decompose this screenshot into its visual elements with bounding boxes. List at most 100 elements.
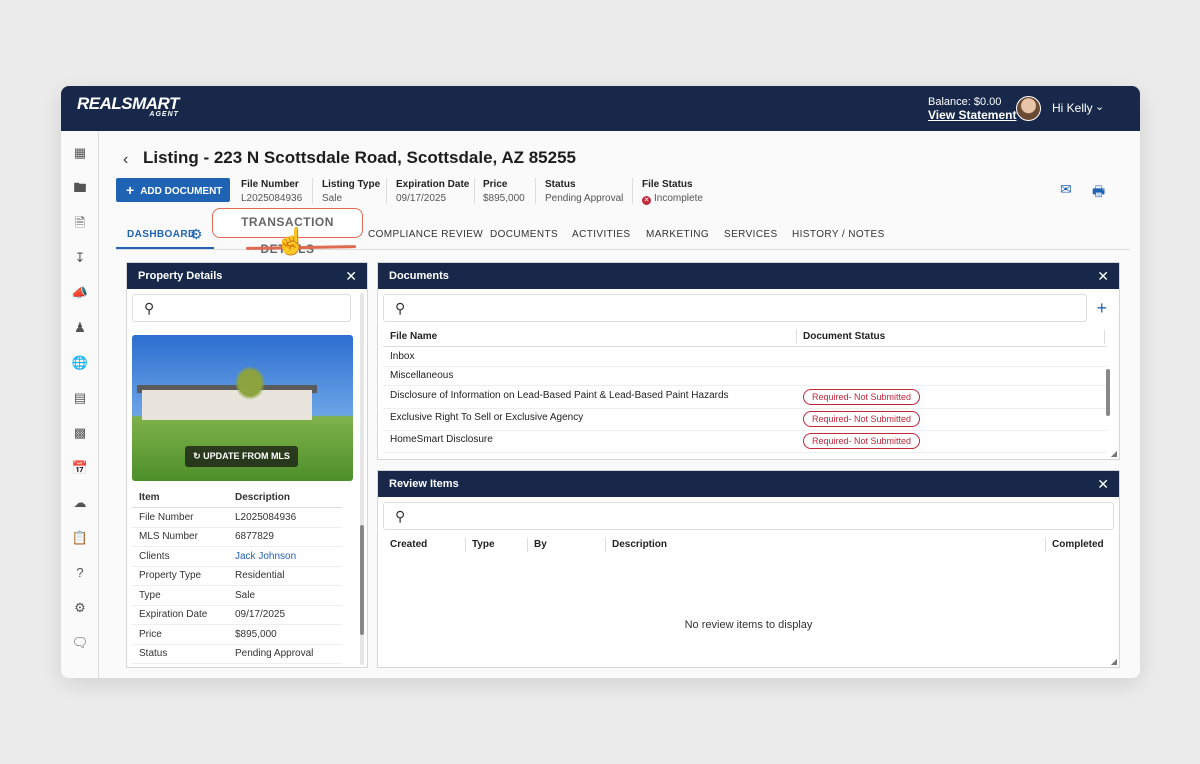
realsmart-logo[interactable]: REALSMART AGENT [77,95,179,118]
email-icon[interactable]: ✉ [1060,181,1076,197]
broadcast-icon[interactable]: ▤ [71,389,89,407]
table-header: File Name Document Status [383,328,1107,347]
update-from-mls-button[interactable]: ↻ UPDATE FROM MLS [185,446,298,467]
panel-title: Property Details [138,270,223,282]
close-icon[interactable]: ✕ [1097,471,1109,497]
scrollbar-thumb[interactable] [360,525,364,635]
logo-text: REALSMART [77,94,179,113]
meta-divider [632,178,633,204]
tab-compliance-review[interactable]: COMPLIANCE REVIEW [368,229,483,240]
panel-header: Documents ✕ [378,263,1119,289]
chevron-down-icon[interactable]: ⌄ [1095,100,1104,113]
list-item[interactable]: Exclusive Right To Sell or Exclusive Age… [383,409,1107,431]
file-name: Miscellaneous [390,370,454,381]
file-name: Inbox [390,350,415,362]
resize-handle-icon[interactable]: ◢ [1111,449,1117,458]
panel-header: Review Items ✕ [378,471,1119,497]
dashboard-grid-icon[interactable]: ▦ [71,144,89,162]
property-photo: ↻ UPDATE FROM MLS [132,335,353,481]
meta-value: 09/17/2025 [396,193,447,204]
chat-icon[interactable]: 🗨 [71,634,89,652]
review-items-panel: Review Items ✕ ⚲ Created Type By Descript… [377,470,1120,668]
meta-value: Sale [322,193,343,204]
view-statement-link[interactable]: View Statement [928,109,1016,122]
tab-dashboard[interactable]: DASHBOARD [127,229,196,240]
row-key: Expiration Date [139,609,208,620]
column-divider [1104,330,1105,344]
file-name: Disclosure of Information on Lead-Based … [390,389,729,401]
close-icon[interactable]: ✕ [345,263,357,289]
property-search-input[interactable]: ⚲ [132,294,351,322]
main-content: ‹ Listing - 223 N Scottsdale Road, Scott… [99,131,1140,678]
tab-marketing[interactable]: MARKETING [646,229,709,240]
resize-handle-icon[interactable]: ◢ [1111,657,1117,666]
panel-title: Review Items [389,478,459,490]
row-value: 09/17/2025 [235,609,286,620]
close-icon[interactable]: ✕ [1097,263,1109,289]
col-file-name: File Name [390,331,438,342]
status-badge: Required- Not Submitted [803,411,921,427]
table-row: Property Type Residential [132,567,342,586]
list-item[interactable]: Disclosure of Information on Lead-Based … [383,387,1107,409]
tab-activities[interactable]: ACTIVITIES [572,229,630,240]
incomplete-x-icon: ✕ [642,196,651,205]
people-icon[interactable]: ♟ [71,319,89,337]
scrollbar-thumb[interactable] [1106,369,1110,416]
meta-status: Status Pending Approval [545,178,623,206]
megaphone-icon[interactable]: 📣 [71,284,89,302]
meta-file-status: File Status ✕ Incomplete [642,178,703,206]
house-shape [142,390,312,420]
plus-icon: + [126,182,135,198]
row-value: Pending Approval [235,648,314,659]
table-row: Status Pending Approval [132,645,342,664]
settings-icon[interactable]: ⚙ [71,599,89,617]
col-created: Created [390,539,428,550]
column-divider [527,538,528,552]
globe-icon[interactable]: 🌐 [71,354,89,372]
calendar-icon[interactable]: 📅 [71,459,89,477]
list-item[interactable]: Inbox [383,348,1107,367]
file-status-value: Incomplete [654,193,703,204]
help-icon[interactable]: ? [71,564,89,582]
tab-history-notes[interactable]: HISTORY / NOTES [792,229,885,240]
clipboard-icon[interactable]: 📋 [71,529,89,547]
meta-label: File Number [241,179,299,190]
avatar[interactable] [1016,96,1041,121]
back-chevron-icon[interactable]: ‹ [123,151,128,169]
cloud-download-icon[interactable]: ☁ [71,494,89,512]
client-link[interactable]: Jack Johnson [235,551,296,562]
column-divider [605,538,606,552]
status-badge: Required- Not Submitted [803,389,921,405]
col-by: By [534,539,547,550]
meta-divider [474,178,475,204]
tab-services[interactable]: SERVICES [724,229,778,240]
list-item[interactable]: HomeSmart Disclosure Required- Not Submit… [383,431,1107,453]
print-icon[interactable]: 🖶 [1092,181,1108,199]
building-icon[interactable]: ▩ [71,424,89,442]
tab-documents[interactable]: DOCUMENTS [490,229,558,240]
documents-search-input[interactable]: ⚲ [383,294,1087,322]
meta-value: L2025084936 [241,193,303,204]
meta-price: Price $895,000 [483,178,525,206]
row-value: 6877829 [235,531,274,542]
user-greeting[interactable]: Hi Kelly [1052,101,1093,115]
folder-icon[interactable]: 🖿 [71,179,89,197]
table-row: Type Sale [132,587,342,606]
table-header: Item Description [132,489,342,508]
panel-title: Documents [389,270,449,282]
document-icon[interactable]: 🗎 [71,214,89,232]
column-divider [796,330,797,344]
col-completed: Completed [1052,539,1104,550]
inbox-icon[interactable]: ↧ [71,249,89,267]
meta-expiration-date: Expiration Date 09/17/2025 [396,178,469,206]
tree-shape [232,363,268,403]
add-icon[interactable]: + [1096,298,1107,319]
add-document-button[interactable]: + ADD DOCUMENT [116,178,230,202]
search-icon: ⚲ [395,508,406,524]
gear-icon[interactable]: ⚙ [190,226,203,243]
row-key: Clients [139,550,170,562]
page-title: Listing - 223 N Scottsdale Road, Scottsd… [143,148,576,167]
review-search-input[interactable]: ⚲ [383,502,1114,530]
list-item[interactable]: Miscellaneous [383,367,1107,386]
top-bar: REALSMART AGENT Balance: $0.00 View Stat… [61,86,1140,131]
